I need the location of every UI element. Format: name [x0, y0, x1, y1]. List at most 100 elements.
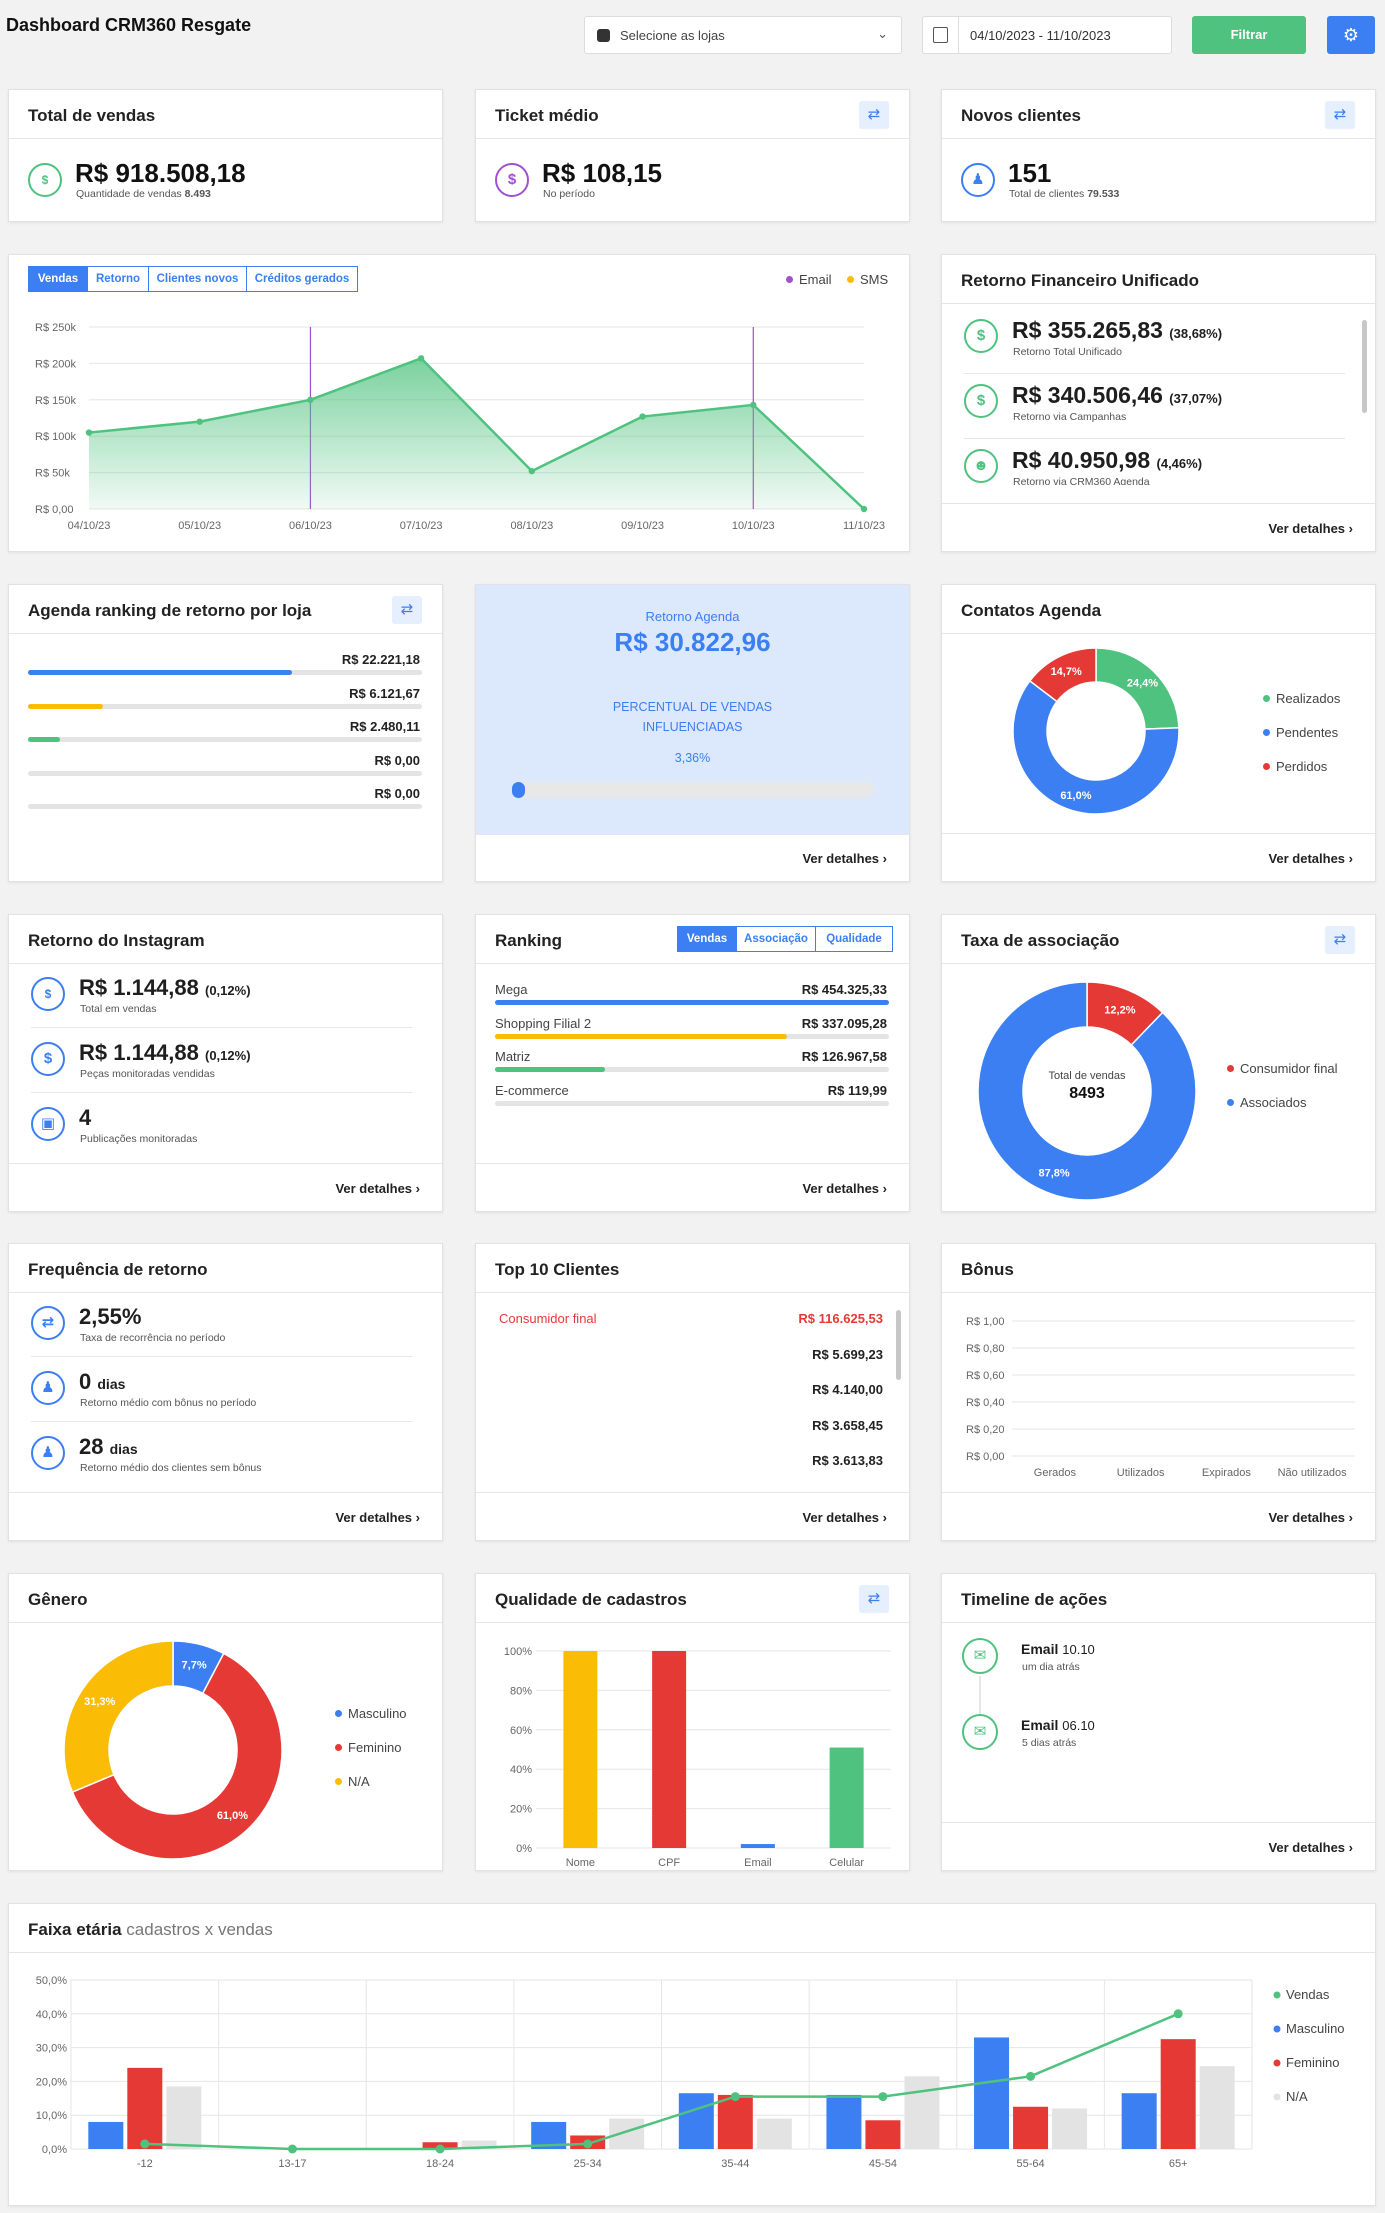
x-tick-label: Utilizados [1117, 1467, 1165, 1479]
x-tick-label: 05/10/23 [178, 520, 221, 532]
x-tick-label: 04/10/23 [68, 520, 111, 532]
swap-button[interactable]: ⇄ [1325, 101, 1355, 129]
legend-label: Vendas [1286, 1987, 1330, 2002]
ver-detalhes-link[interactable]: Ver detalhes › [335, 1510, 420, 1525]
age-bar [88, 2121, 124, 2149]
tab-associacao[interactable]: Associação [736, 926, 816, 952]
y-tick-label: R$ 100k [35, 431, 76, 443]
ver-detalhes-link[interactable]: Ver detalhes › [1268, 851, 1353, 866]
vendas-point [583, 2139, 593, 2149]
data-point [196, 418, 203, 425]
legend-na: N/A [348, 1774, 370, 1789]
slice-label: 61,0% [1060, 790, 1091, 802]
qualidade-bar [829, 1747, 864, 1848]
gear-icon: ⚙ [1342, 25, 1360, 45]
ver-detalhes-link[interactable]: Ver detalhes › [1268, 521, 1353, 536]
recorrencia-label: Taxa de recorrência no período [80, 1332, 226, 1344]
legend-email: Email [799, 272, 832, 287]
scrollbar[interactable] [1362, 320, 1367, 413]
ver-detalhes-link[interactable]: Ver detalhes › [1268, 1840, 1353, 1855]
legend-label: Masculino [1286, 2021, 1345, 2036]
ver-detalhes-link[interactable]: Ver detalhes › [802, 1510, 887, 1525]
age-bar [974, 2037, 1010, 2149]
agenda-ranking-card: Agenda ranking de retorno por loja ⇄ R$ 2… [8, 584, 443, 882]
swap-button[interactable]: ⇄ [859, 1585, 889, 1613]
retorno-total-label: Retorno Total Unificado [1013, 346, 1122, 358]
envelope-icon: ✉ [962, 1714, 998, 1750]
insta-vendas-value: R$ 1.144,88 [79, 975, 199, 1000]
store-select[interactable]: Selecione as lojas ⌄ [584, 16, 902, 54]
ver-detalhes-link[interactable]: Ver detalhes › [1268, 1510, 1353, 1525]
ranking-bar-fill [28, 737, 60, 742]
ranking-value: R$ 0,00 [374, 752, 420, 768]
tab-vendas[interactable]: Vendas [677, 926, 737, 952]
retorno-total-value: R$ 355.265,83 [1012, 317, 1163, 343]
ranking-bar [495, 1100, 889, 1106]
tab-vendas[interactable]: Vendas [28, 266, 88, 292]
pct-value: 3,36% [674, 751, 711, 765]
clients-total: 79.533 [1087, 188, 1120, 200]
frequencia-card: Frequência de retorno ⇄ 2,55% Taxa de re… [8, 1243, 443, 1541]
ranking-store-name: E-commerce [495, 1082, 569, 1098]
donut-slice [63, 1640, 174, 1794]
ver-detalhes-link[interactable]: Ver detalhes › [335, 1181, 420, 1196]
tab-clientes-novos[interactable]: Clientes novos [148, 266, 247, 292]
tab-creditos-gerados[interactable]: Créditos gerados [246, 266, 358, 292]
tab-qualidade[interactable]: Qualidade [815, 926, 893, 952]
age-bar [1121, 2093, 1157, 2149]
legend-dot [1273, 2059, 1281, 2067]
y-tick-label: R$ 250k [35, 322, 76, 334]
bonus-card: Bônus R$ 0,00 R$ 0,20 R$ 0,40 R$ 0,60 R$ 0,8… [941, 1243, 1376, 1541]
x-tick-label: Expirados [1202, 1467, 1251, 1479]
qualidade-bar [652, 1651, 687, 1848]
ranking-bar-fill [28, 703, 103, 709]
ranking-value: R$ 126.967,58 [801, 1049, 887, 1064]
retorno-agenda-value: R$ 30.822,96 [614, 627, 771, 657]
client-value: R$ 5.699,23 [812, 1346, 883, 1362]
ranking-value: R$ 2.480,11 [349, 719, 420, 734]
ranking-bar-fill [495, 1033, 787, 1039]
swap-button[interactable]: ⇄ [859, 101, 889, 129]
x-tick-label: 11/10/23 [843, 520, 885, 532]
y-tick-label: R$ 150k [35, 395, 76, 407]
ranking-bar [495, 1033, 889, 1039]
filter-button[interactable]: Filtrar [1192, 16, 1306, 54]
ranking-value: R$ 454.325,33 [801, 982, 887, 997]
x-tick-label: -12 [137, 2158, 153, 2170]
date-range-field[interactable]: 04/10/2023 - 11/10/2023 [922, 16, 1172, 54]
ranking-value: R$ 337.095,28 [801, 1015, 887, 1031]
genero-card: Gênero 7,7% 61,0% 31,3% Masculino Feminino… [8, 1573, 443, 1871]
swap-button[interactable]: ⇄ [1325, 926, 1355, 954]
retorno-agenda-card: Retorno Agenda R$ 30.822,96 PERCENTUAL D… [475, 584, 910, 882]
tab-retorno[interactable]: Retorno [87, 266, 149, 292]
card-subtitle: cadastros x vendas [126, 1920, 273, 1939]
legend-associados: Associados [1240, 1095, 1307, 1110]
ranking-bar [28, 670, 422, 675]
taxa-associacao-card: Taxa de associação ⇄ 12,2% 87,8% Total de … [941, 914, 1376, 1212]
swap-button[interactable]: ⇄ [392, 596, 422, 624]
settings-button[interactable]: ⚙ [1327, 16, 1375, 54]
legend-pendentes: Pendentes [1276, 725, 1339, 740]
card-title: Total de vendas [28, 106, 156, 125]
legend-dot [1273, 2025, 1281, 2033]
dollar-circle-icon: $ [964, 319, 998, 353]
scrollbar[interactable] [896, 1310, 901, 1380]
y-tick-label: R$ 1,00 [966, 1316, 1005, 1328]
user-money-icon: ♟ [31, 1371, 65, 1405]
novos-value: 151 [1008, 158, 1052, 188]
card-title: Gênero [28, 1590, 88, 1609]
card-title: Top 10 Clientes [495, 1260, 620, 1279]
hand-money-icon: $ [495, 163, 529, 197]
data-point [417, 355, 425, 362]
card-title: Retorno do Instagram [28, 931, 205, 950]
ranking-bar-fill [495, 1067, 606, 1072]
x-tick-label: 07/10/23 [400, 520, 443, 532]
ranking-value: R$ 119,99 [827, 1082, 887, 1098]
ver-detalhes-link[interactable]: Ver detalhes › [802, 851, 887, 866]
ver-detalhes-link[interactable]: Ver detalhes › [802, 1181, 887, 1196]
timeline-title: Email [1021, 1717, 1059, 1733]
client-value: R$ 3.613,83 [812, 1453, 883, 1468]
insta-pecas-label: Peças monitoradas vendidas [80, 1068, 215, 1080]
age-bar [127, 2067, 163, 2149]
add-user-icon: ♟ [961, 163, 995, 197]
